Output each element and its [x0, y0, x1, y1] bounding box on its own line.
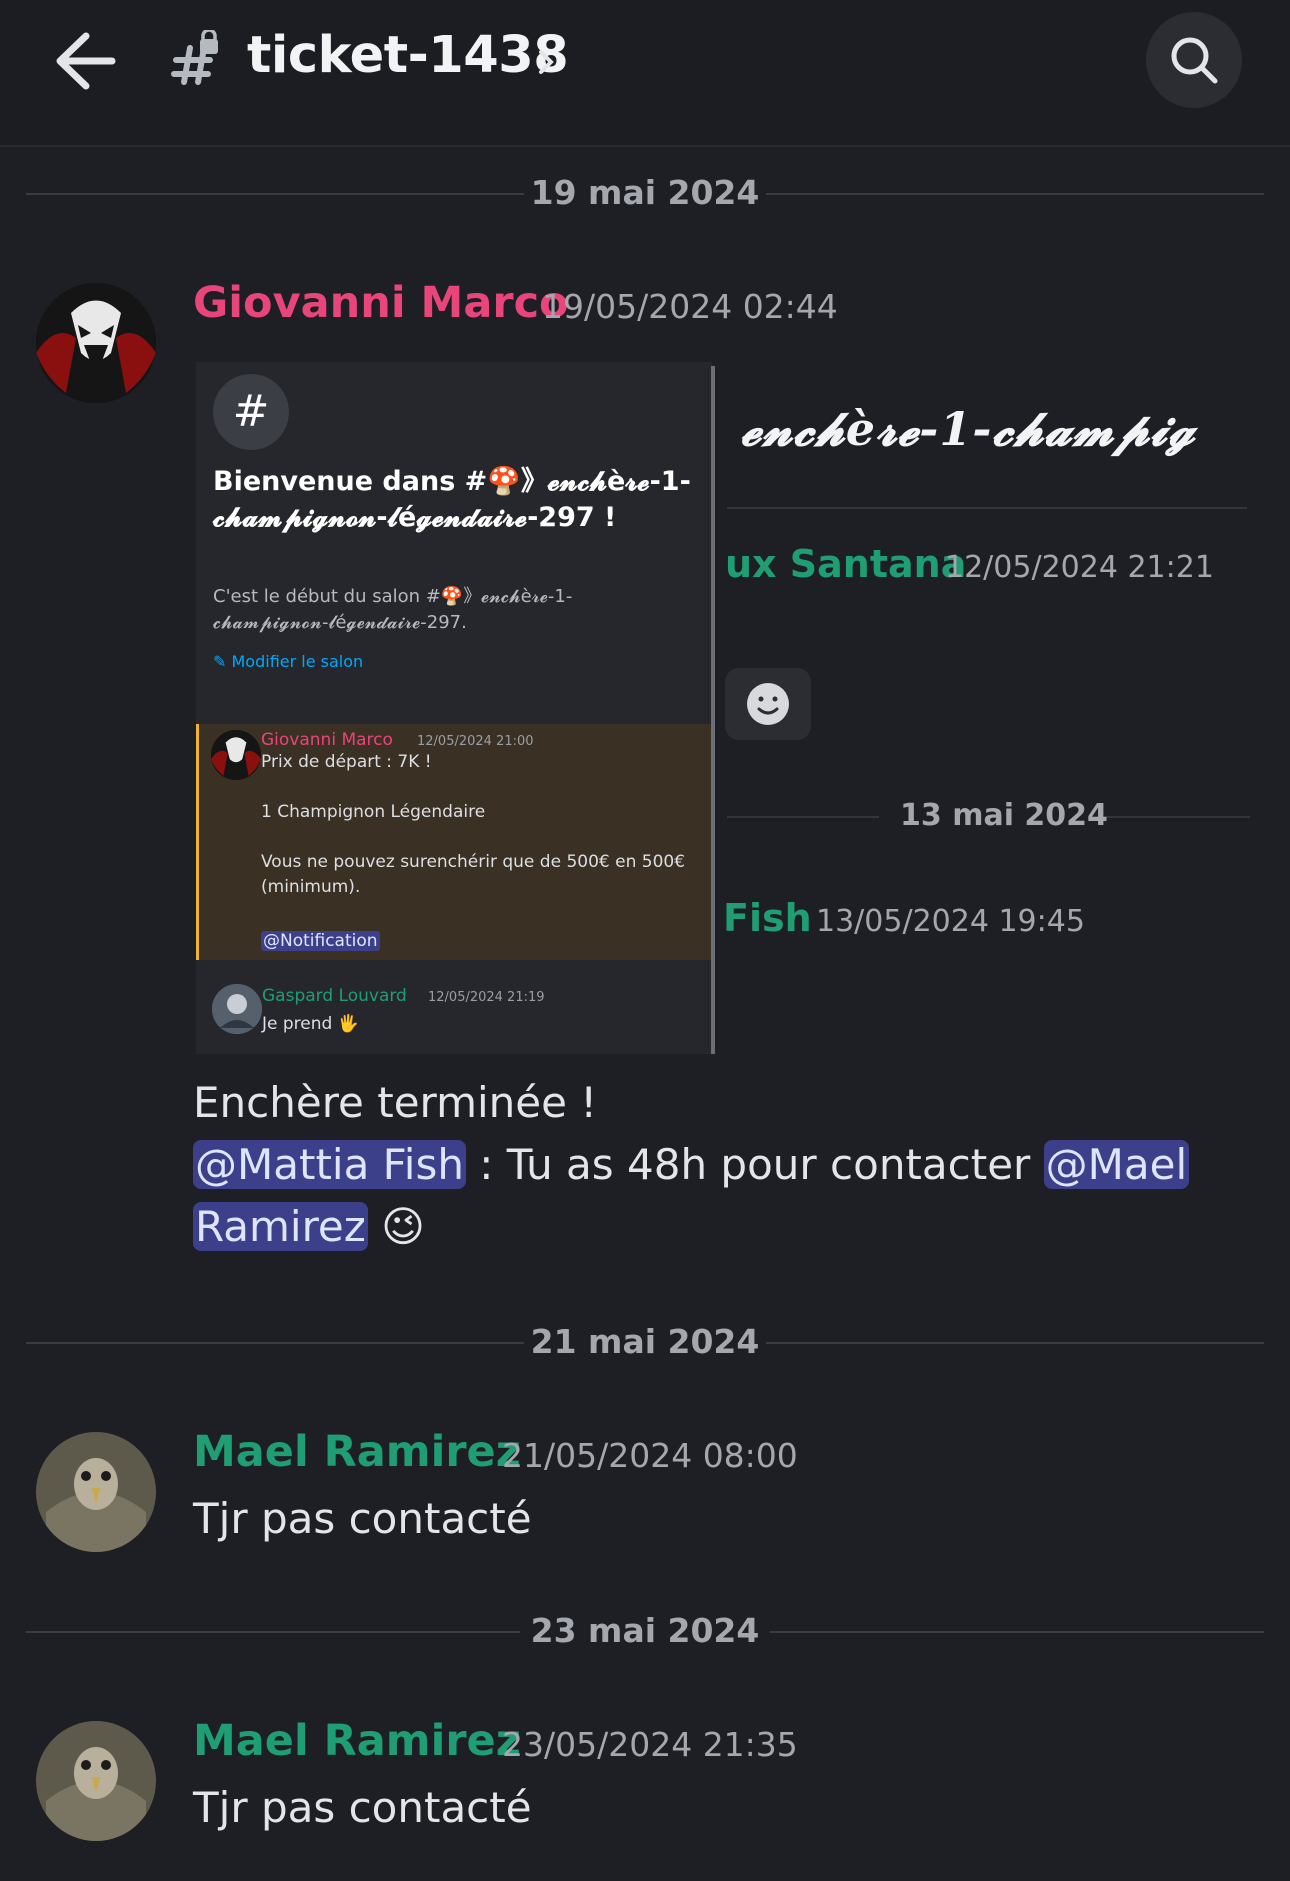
divider-line — [727, 507, 1247, 509]
fragment-date-label: 13 mai 2024 — [900, 798, 1108, 833]
attachment-right-panel: 𝓮𝓷𝓬𝓱è𝓻𝓮-1-𝓬𝓱𝓪𝓶𝓹𝓲𝓰 ux Santana 12/05/2024 … — [715, 362, 1250, 1054]
fragment-timestamp: 12/05/2024 21:21 — [945, 550, 1214, 585]
pencil-icon: ✎ — [213, 652, 227, 671]
edit-channel-link[interactable]: ✎ Modifier le salon — [213, 652, 363, 671]
pinned-line-3: Vous ne pouvez surenchérir que de 500€ e… — [261, 852, 686, 897]
date-divider-label: 23 mai 2024 — [530, 1611, 760, 1650]
message-timestamp: 21/05/2024 08:00 — [502, 1436, 798, 1475]
date-divider: 23 mai 2024 — [26, 1611, 1264, 1651]
hash-badge: # — [213, 374, 289, 450]
back-arrow-icon[interactable] — [50, 28, 120, 94]
date-divider: 19 mai 2024 — [26, 173, 1264, 213]
message-timestamp: 23/05/2024 21:35 — [502, 1725, 798, 1764]
welcome-subtitle: C'est le début du salon #🍄》𝓮𝓷𝓬𝓱è𝓻𝓮-1-𝓬𝓱𝓪… — [213, 586, 573, 633]
avatar[interactable] — [36, 283, 156, 403]
divider-line — [727, 816, 879, 818]
channel-header: ticket-1438 — [0, 0, 1290, 147]
divider-line — [1091, 816, 1250, 818]
channel-name[interactable]: ticket-1438 — [247, 26, 569, 85]
chevron-right-icon[interactable] — [535, 40, 559, 84]
avatar[interactable] — [36, 1432, 156, 1552]
pinned-author: Giovanni Marco — [261, 730, 393, 750]
message-text: Tjr pas contacté — [193, 1494, 532, 1543]
date-divider-label: 21 mai 2024 — [530, 1322, 760, 1361]
date-divider: 21 mai 2024 — [26, 1322, 1264, 1362]
message-text: Tjr pas contacté — [193, 1783, 532, 1832]
welcome-title: Bienvenue dans #🍄》𝓮𝓷𝓬𝓱è𝓻𝓮-1-𝓬𝓱𝓪𝓶𝓹𝓲𝓰𝓷𝓸𝓷-𝓵… — [213, 466, 691, 533]
message-timestamp: 19/05/2024 02:44 — [542, 287, 838, 326]
message-text: Enchère terminée ! @Mattia Fish : Tu as … — [193, 1072, 1253, 1258]
reply-timestamp: 12/05/2024 21:19 — [428, 990, 545, 1005]
smiley-icon — [747, 683, 789, 725]
edit-channel-label: Modifier le salon — [231, 652, 364, 671]
message-line: : Tu as 48h pour contacter — [465, 1140, 1044, 1189]
pinned-line-2: 1 Champignon Légendaire — [261, 802, 486, 822]
avatar — [212, 984, 262, 1034]
user-mention[interactable]: @Mael — [1043, 1140, 1190, 1189]
fragment-author: ux Santana — [725, 542, 967, 586]
reply-text: Je prend 🖐 — [262, 1014, 359, 1034]
message-line: Enchère terminée ! — [193, 1078, 598, 1127]
search-button[interactable] — [1146, 12, 1242, 108]
image-attachment[interactable]: # Bienvenue dans #🍄》𝓮𝓷𝓬𝓱è𝓻𝓮-1-𝓬𝓱𝓪𝓶𝓹𝓲𝓰𝓷𝓸𝓷… — [196, 362, 1250, 1054]
user-mention[interactable]: Ramirez — [193, 1202, 368, 1251]
fragment-timestamp: 13/05/2024 19:45 — [816, 904, 1085, 939]
message-author[interactable]: Giovanni Marco — [193, 278, 569, 328]
reaction-button[interactable] — [725, 668, 811, 740]
message-author[interactable]: Mael Ramirez — [193, 1427, 521, 1477]
user-mention[interactable]: @Mattia Fish — [193, 1140, 466, 1189]
attachment-left-panel: # Bienvenue dans #🍄》𝓮𝓷𝓬𝓱è𝓻𝓮-1-𝓬𝓱𝓪𝓶𝓹𝓲𝓰𝓷𝓸𝓷… — [196, 362, 715, 1054]
highlighted-message: Giovanni Marco 12/05/2024 21:00 Prix de … — [196, 724, 715, 960]
notification-mention: @Notification — [261, 931, 380, 951]
wink-emoji: 😉 — [381, 1202, 425, 1251]
pinned-timestamp: 12/05/2024 21:00 — [417, 734, 534, 749]
search-icon — [1171, 37, 1218, 84]
date-divider-label: 19 mai 2024 — [530, 173, 760, 212]
private-channel-icon — [170, 28, 222, 90]
message-author[interactable]: Mael Ramirez — [193, 1716, 521, 1766]
fragment-author: Fish — [723, 896, 812, 940]
avatar[interactable] — [36, 1721, 156, 1841]
pinned-line-1: Prix de départ : 7K ! — [261, 752, 432, 772]
reply-author: Gaspard Louvard — [262, 986, 407, 1006]
channel-title-fragment: 𝓮𝓷𝓬𝓱è𝓻𝓮-1-𝓬𝓱𝓪𝓶𝓹𝓲𝓰 — [741, 402, 1196, 456]
avatar — [211, 730, 261, 780]
